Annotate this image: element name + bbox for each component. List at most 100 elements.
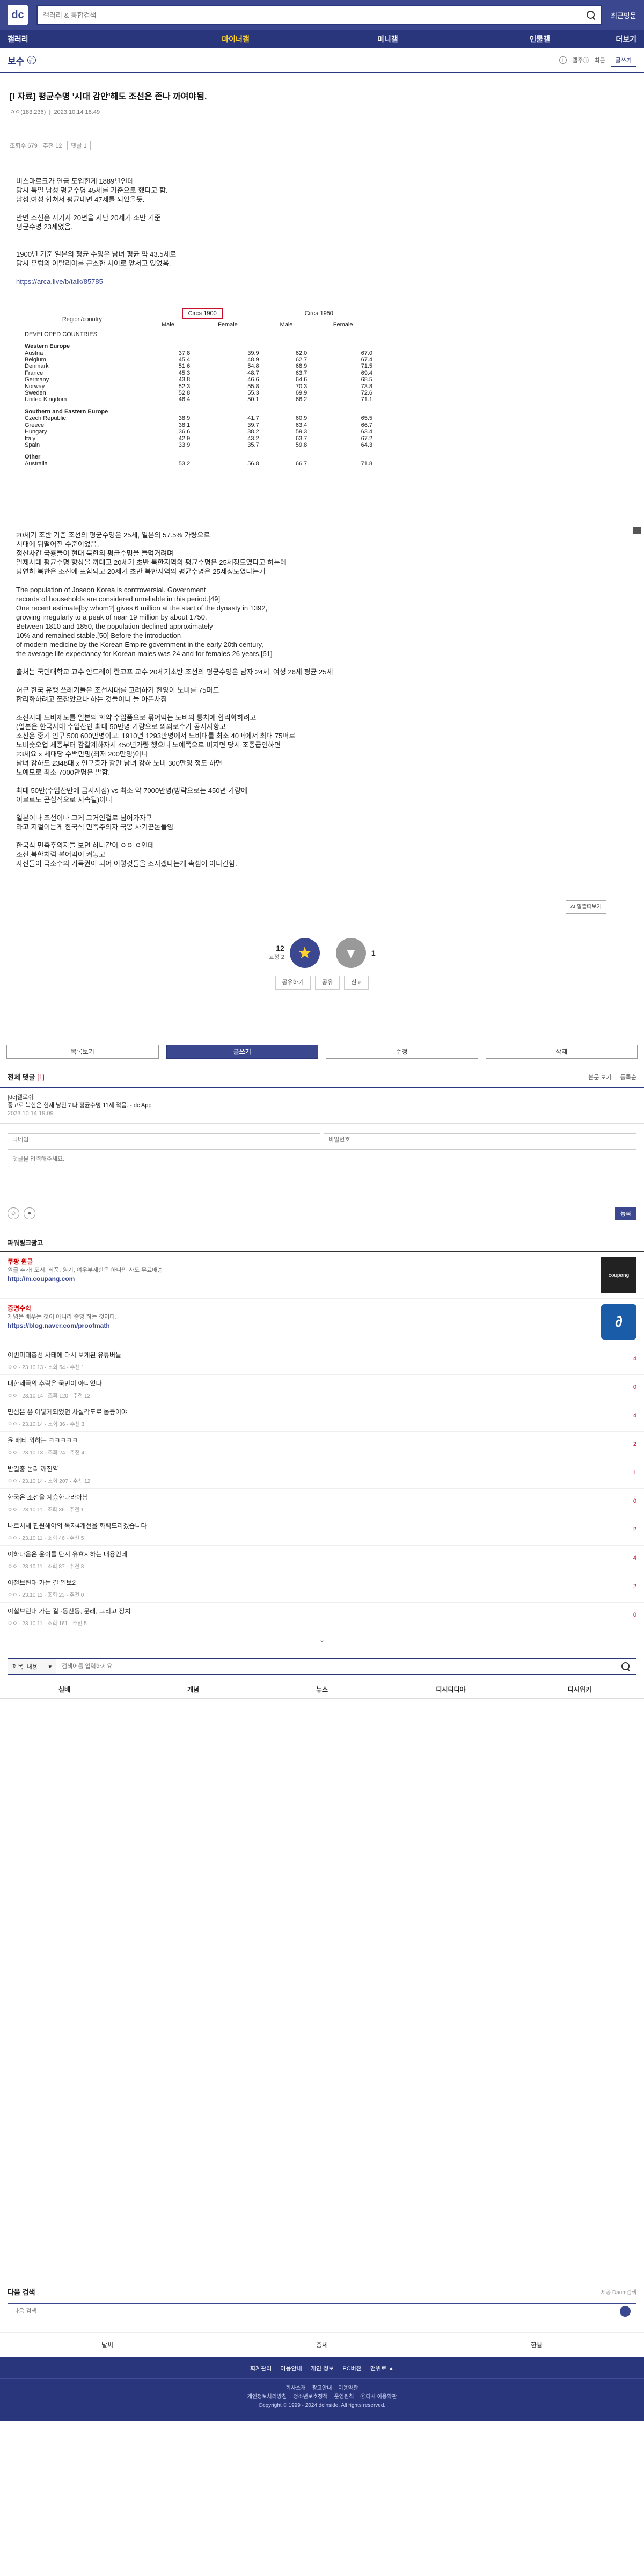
nav-mini-gallery[interactable]: 미니갤 bbox=[312, 34, 464, 45]
related-post-title[interactable]: 이번미대총선 사태에 다시 보게된 유튜버들 bbox=[8, 1350, 620, 1359]
search-input[interactable] bbox=[43, 11, 587, 19]
nav-more[interactable]: 더보기 bbox=[616, 34, 636, 45]
footer-link[interactable]: 회계관리 bbox=[250, 2364, 272, 2373]
password-field[interactable] bbox=[324, 1133, 636, 1146]
view-body-link[interactable]: 본문 보기 bbox=[588, 1073, 612, 1081]
nav-gallery[interactable]: 갤러리 bbox=[8, 34, 159, 45]
collapse-icon[interactable] bbox=[633, 527, 641, 534]
related-post-item[interactable]: 이하다음은 윤이를 탄시 유효시하는 내용인데 ㅇㅇ · 23.10.11 · 조… bbox=[0, 1546, 644, 1574]
related-post-item[interactable]: 나르치체 진원해야의 독자4개선을 화력드리겠습니다 ㅇㅇ · 23.10.11 … bbox=[0, 1517, 644, 1546]
ad-item[interactable]: 쿠팡 원글 원글 추가! 도서, 식품, 원기, 여우부제한은 하나만 사도 무… bbox=[0, 1252, 644, 1299]
footer-link[interactable]: 개인 정보 bbox=[311, 2364, 334, 2373]
daum-search-input[interactable] bbox=[13, 2308, 620, 2315]
footer-link[interactable]: 청소년보호정책 bbox=[293, 2393, 327, 2402]
related-post-title[interactable]: 대한제국의 추락은 국민이 아니었다 bbox=[8, 1379, 620, 1388]
nav-minor-gallery[interactable]: 마이너갤 bbox=[159, 34, 311, 45]
share-button[interactable]: 공유하기 bbox=[275, 976, 311, 990]
recent-link[interactable]: 최근 bbox=[594, 56, 605, 64]
comment-text: 중고로 북한은 현재 낭만보다 평균수명 11세 적음. - dc App bbox=[8, 1102, 152, 1109]
table-value: 72.6 bbox=[361, 390, 372, 397]
table-value: 45.3 bbox=[178, 369, 191, 376]
related-post-title[interactable]: 한국은 조선을 계승한나라아님 bbox=[8, 1493, 620, 1502]
dc-logo[interactable]: dc bbox=[8, 5, 28, 25]
cat-news[interactable]: 뉴스 bbox=[258, 1680, 386, 1698]
tab-stock[interactable]: 증세 bbox=[215, 2340, 429, 2349]
footer-link[interactable]: 회사소개 bbox=[286, 2384, 306, 2393]
voice-icon[interactable]: ● bbox=[24, 1207, 35, 1219]
table-value: 71.1 bbox=[361, 396, 372, 403]
table-country: Denmark bbox=[25, 363, 49, 370]
related-post-item[interactable]: 이번미대총선 사태에 다시 보게된 유튜버들 ㅇㅇ · 23.10.13 · 조회… bbox=[0, 1347, 644, 1375]
search-icon[interactable] bbox=[586, 10, 596, 20]
ad-thumbnail: coupang bbox=[601, 1257, 636, 1293]
related-post-item[interactable]: 대한제국의 추락은 국민이 아니었다 ㅇㅇ · 23.10.14 · 조회 120… bbox=[0, 1375, 644, 1403]
scroll-top-link[interactable]: 맨위로 ▲ bbox=[370, 2364, 394, 2373]
footer-link[interactable]: PC버전 bbox=[342, 2364, 362, 2373]
recommend-star-icon[interactable]: ★ bbox=[289, 938, 320, 968]
comment-submit-button[interactable]: 등록 bbox=[614, 1207, 636, 1220]
write-post-button[interactable]: 글쓰기 bbox=[166, 1045, 318, 1059]
related-post-title[interactable]: 민심은 윤 어떻게되었던 사실각도로 몸등이야 bbox=[8, 1407, 620, 1416]
footer-link[interactable]: 이용약관 bbox=[338, 2384, 358, 2393]
related-post-item[interactable]: 반일충 논리 깨진약 ㅇㅇ · 23.10.14 · 조회 207 · 추천 12… bbox=[0, 1460, 644, 1489]
related-post-item[interactable]: 이철브린대 가는 길 일보2 ㅇㅇ · 23.10.11 · 조회 23 · 추천… bbox=[0, 1574, 644, 1603]
related-post-meta: ㅇㅇ · 23.10.11 · 조회 161 · 추천 5 bbox=[8, 1621, 87, 1627]
gallery-title[interactable]: 보수 ⓜ bbox=[8, 54, 36, 67]
info-icon[interactable]: i bbox=[559, 56, 567, 64]
ai-summary-button[interactable]: AI 알뜰떠보기 bbox=[565, 900, 606, 914]
comment-author[interactable]: [dc]갤로쉬 bbox=[8, 1094, 636, 1102]
source-link[interactable]: https://arca.live/b/talk/85785 bbox=[16, 278, 103, 286]
nickname-field[interactable] bbox=[8, 1133, 320, 1146]
ad-url[interactable]: http://m.coupang.com bbox=[8, 1275, 75, 1283]
tab-exchange[interactable]: 한율 bbox=[429, 2340, 644, 2349]
ad-url[interactable]: https://blog.naver.com/proofmath bbox=[8, 1322, 110, 1329]
related-post-title[interactable]: 반일충 논리 깨진약 bbox=[8, 1464, 620, 1473]
search-type-select[interactable]: 제목+내용 ▾ bbox=[8, 1659, 56, 1674]
table-country: Germany bbox=[25, 376, 49, 383]
table-value: 39.7 bbox=[247, 421, 259, 428]
share-link-button[interactable]: 공유 bbox=[314, 976, 340, 990]
chevron-down-icon[interactable]: ⌄ bbox=[0, 1635, 644, 1644]
cat-concept[interactable]: 개념 bbox=[129, 1680, 258, 1698]
related-post-item[interactable]: 한국은 조선을 계승한나라아님 ㅇㅇ · 23.10.11 · 조회 36 · 추… bbox=[0, 1489, 644, 1517]
write-button[interactable]: 글쓰기 bbox=[610, 54, 636, 67]
daum-search-icon[interactable] bbox=[620, 2306, 631, 2317]
tab-weather[interactable]: 날씨 bbox=[0, 2340, 215, 2349]
comment-count-tag[interactable]: 댓글 1 bbox=[67, 141, 91, 150]
related-post-item[interactable]: 윤 배티 외하는 ㅋㅋㅋㅋㅋ ㅇㅇ · 23.10.13 · 조회 24 · 추천… bbox=[0, 1432, 644, 1460]
related-post-item[interactable]: 이철브린대 가는 길 -동산동, 문래, 그리고 정치 ㅇㅇ · 23.10.11… bbox=[0, 1603, 644, 1631]
footer-link[interactable]: ⓒ디시 이용약관 bbox=[360, 2393, 397, 2402]
footer-link[interactable]: 광고안내 bbox=[312, 2384, 332, 2393]
related-post-title[interactable]: 윤 배티 외하는 ㅋㅋㅋㅋㅋ bbox=[8, 1436, 620, 1445]
delete-button[interactable]: 삭제 bbox=[485, 1045, 638, 1059]
nav-person-gallery[interactable]: 인물갤 bbox=[464, 34, 616, 45]
gallery-manager-link[interactable]: 갤주ⓘ bbox=[572, 56, 589, 64]
cat-dc-wiki[interactable]: 디시위키 bbox=[515, 1680, 644, 1698]
comment-textarea[interactable] bbox=[8, 1149, 636, 1203]
table-row: France 45.3 48.7 63.7 69.4 bbox=[21, 370, 376, 376]
footer-link[interactable]: 이용안내 bbox=[280, 2364, 302, 2373]
related-post-title[interactable]: 이하다음은 윤이를 탄시 유효시하는 내용인데 bbox=[8, 1549, 620, 1559]
related-post-title[interactable]: 이철브린대 가는 길 -동산동, 문래, 그리고 정치 bbox=[8, 1606, 620, 1616]
related-post-item[interactable]: 민심은 윤 어떻게되었던 사실각도로 몸등이야 ㅇㅇ · 23.10.14 · 조… bbox=[0, 1403, 644, 1432]
related-post-title[interactable]: 나르치체 진원해야의 독자4개선을 화력드리겠습니다 bbox=[8, 1521, 620, 1530]
downvote-icon[interactable]: ▼ bbox=[335, 938, 366, 968]
footer-link[interactable]: 운영원칙 bbox=[334, 2393, 354, 2402]
ad-item[interactable]: 증명수학 개념은 배우는 것이 아니라 증명 하는 것이다. https://b… bbox=[0, 1299, 644, 1345]
footer-link[interactable]: 개인정보처리방침 bbox=[247, 2393, 287, 2402]
related-post-title[interactable]: 이철브린대 가는 길 일보2 bbox=[8, 1578, 620, 1587]
dccon-icon[interactable]: ☺ bbox=[8, 1207, 19, 1219]
cat-dc-media[interactable]: 디시티디아 bbox=[386, 1680, 515, 1698]
sort-select[interactable]: 등록순 bbox=[620, 1073, 636, 1081]
cat-best[interactable]: 실베 bbox=[0, 1680, 129, 1698]
table-value: 38.9 bbox=[178, 415, 191, 422]
edit-button[interactable]: 수정 bbox=[326, 1045, 478, 1059]
gallery-search-input[interactable] bbox=[56, 1659, 621, 1674]
list-button[interactable]: 목록보기 bbox=[6, 1045, 159, 1059]
post-paragraph: 일본이나 조선이나 그게 그거인걸로 넘어가자구 라고 지껄이는게 한국식 민족… bbox=[16, 814, 174, 831]
search-icon[interactable] bbox=[621, 1662, 631, 1671]
post-author[interactable]: ㅇㅇ(183.236) bbox=[10, 109, 46, 115]
report-button[interactable]: 신고 bbox=[344, 976, 369, 990]
table-value: 68.5 bbox=[361, 376, 372, 383]
recent-visit-button[interactable]: 최근방문 bbox=[611, 10, 636, 20]
